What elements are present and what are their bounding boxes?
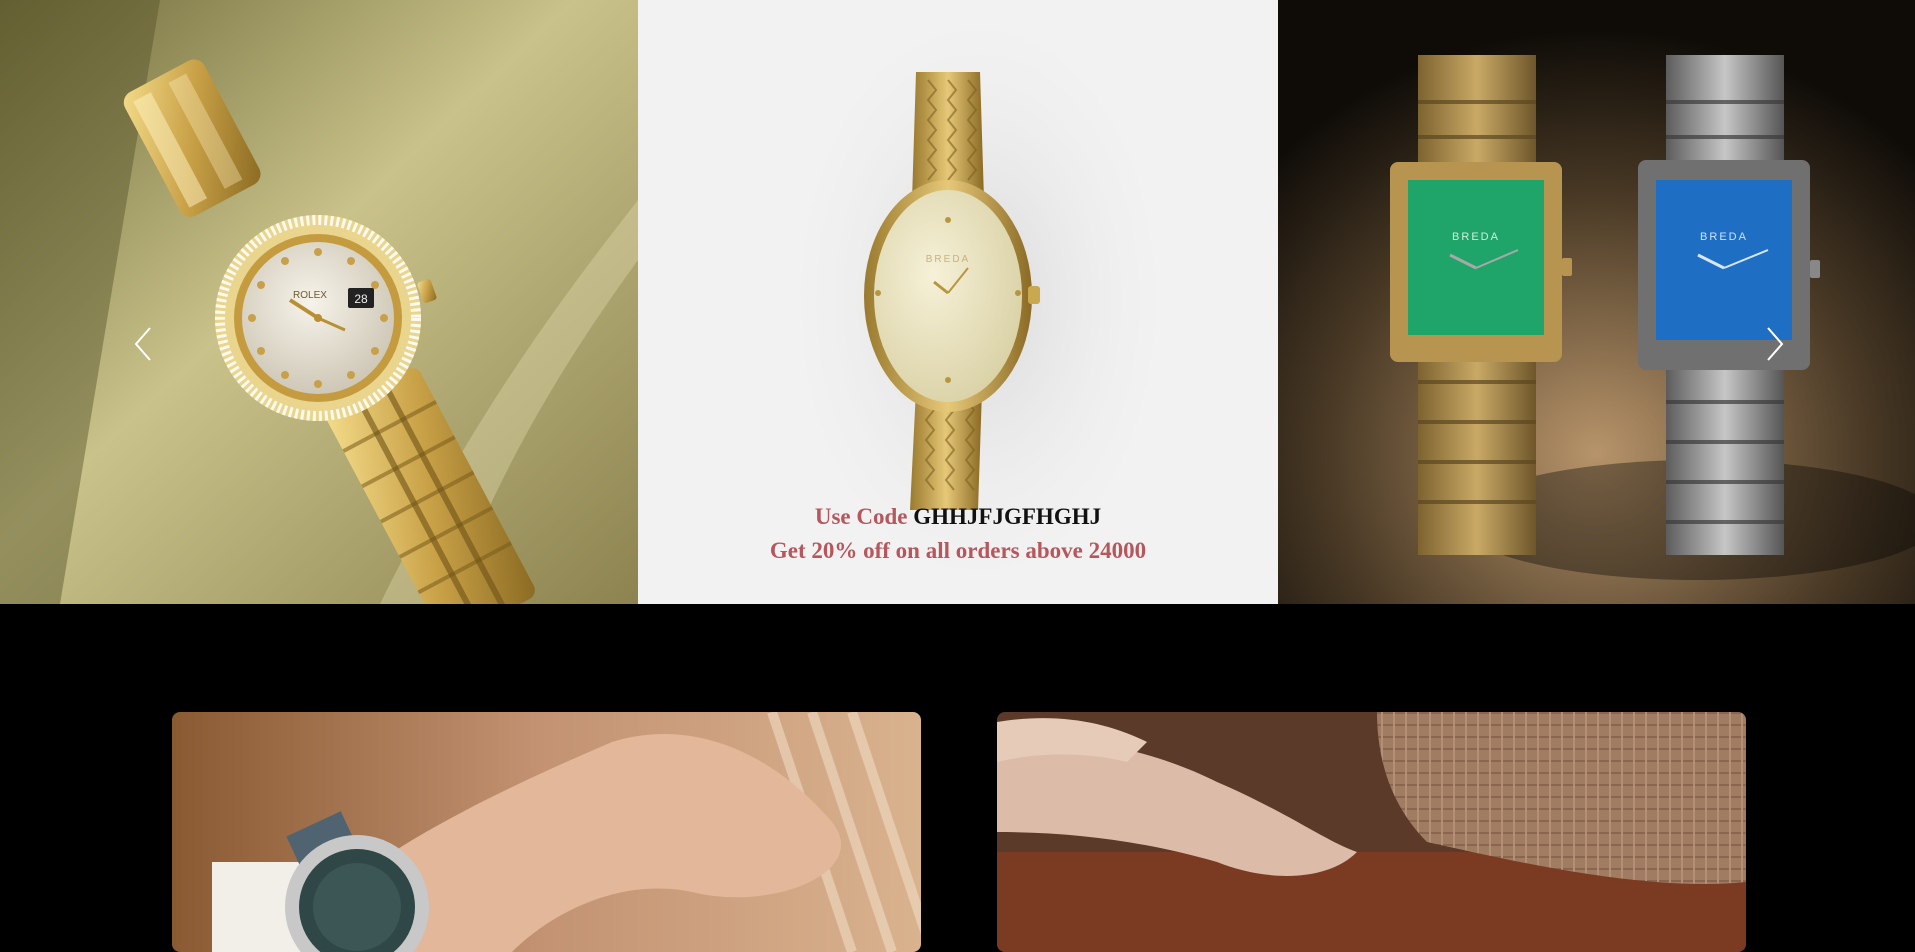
rolex-watch-image: 28 ROLEX — [0, 0, 638, 604]
tweed-sleeve-lifestyle-image — [997, 712, 1746, 952]
promo-banner: Use Code GHHJFJGFHGHJ Get 20% off on all… — [638, 500, 1278, 568]
carousel-slide-rolex: 28 ROLEX — [0, 0, 638, 604]
carousel-slide-breda-oval: BREDA Use Code GHHJFJGFHGHJ Get 20% off … — [638, 0, 1278, 604]
chevron-right-icon — [1767, 327, 1784, 361]
promo-code: GHHJFJGFHGHJ — [913, 504, 1102, 529]
breda-oval-brand-text: BREDA — [926, 254, 970, 265]
carousel-slide-breda-square: BREDA BREDA — [1278, 0, 1915, 604]
promo-code-label: Use Code — [814, 504, 908, 529]
rolex-brand-text: ROLEX — [293, 290, 327, 301]
feature-card-dive-watch[interactable] — [172, 712, 921, 952]
carousel-next-button[interactable] — [1755, 322, 1795, 366]
breda-blue-brand-text: BREDA — [1700, 231, 1748, 243]
promo-offer-text: Get 20% off on all orders above 24000 — [769, 538, 1147, 563]
hero-carousel: 28 ROLEX BREDA Use Code GHHJFJGFHGHJ Get… — [0, 0, 1915, 604]
feature-cards-row — [0, 712, 1915, 952]
svg-text:28: 28 — [354, 292, 368, 306]
chevron-left-icon — [134, 327, 151, 361]
dive-watch-lifestyle-image — [172, 712, 921, 952]
breda-square-watches-image: BREDA BREDA — [1278, 0, 1915, 604]
promo-code-line: Use Code GHHJFJGFHGHJ — [638, 500, 1278, 534]
carousel-prev-button[interactable] — [123, 322, 163, 366]
breda-green-brand-text: BREDA — [1452, 231, 1500, 243]
feature-card-tweed[interactable] — [997, 712, 1746, 952]
